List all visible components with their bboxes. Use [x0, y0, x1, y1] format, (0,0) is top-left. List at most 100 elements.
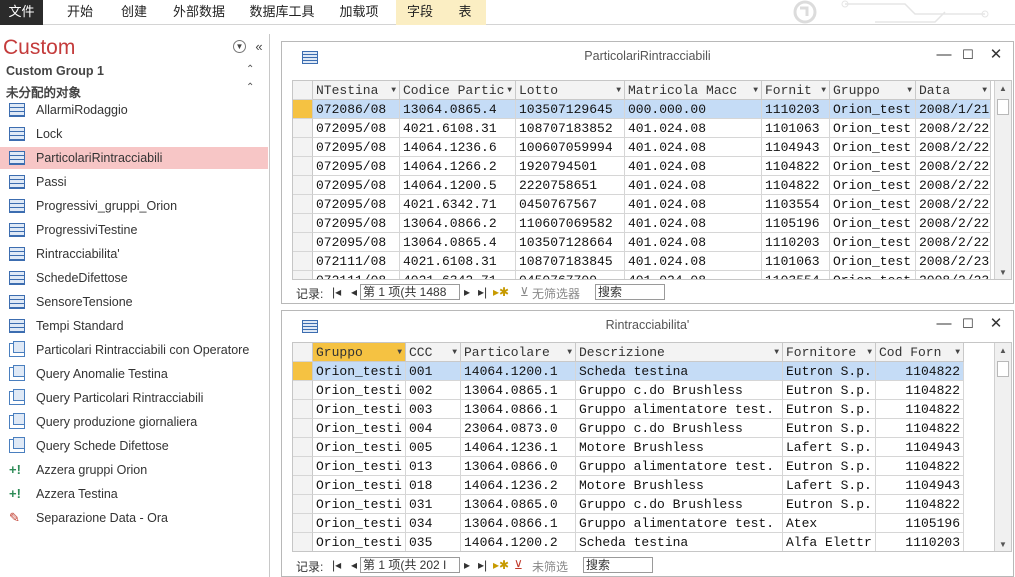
- datasheet-grid[interactable]: Gruppo ▼ CCC ▼ Particolare ▼ Descrizione ▼ Forni…: [292, 342, 1012, 552]
- record-selector[interactable]: [293, 533, 313, 551]
- table-cell[interactable]: 103507129645: [516, 100, 625, 119]
- column-header[interactable]: Fornit ▼: [762, 81, 830, 100]
- table-cell[interactable]: 072095/08: [313, 119, 400, 138]
- table-cell[interactable]: 1104943: [876, 476, 964, 495]
- table-cell[interactable]: 1103554: [762, 271, 830, 279]
- table-cell[interactable]: 031: [406, 495, 461, 514]
- search-input[interactable]: 搜索: [583, 557, 653, 573]
- tab-table[interactable]: 表: [444, 0, 486, 25]
- new-record-icon[interactable]: ▸✱: [493, 285, 509, 299]
- table-cell[interactable]: Eutron S.p.: [783, 381, 876, 400]
- table-cell[interactable]: 401.024.08: [625, 119, 762, 138]
- table-cell[interactable]: 072095/08: [313, 195, 400, 214]
- table-cell[interactable]: Gruppo alimentatore test.: [576, 514, 783, 533]
- column-header[interactable]: Particolare ▼: [461, 343, 576, 362]
- table-cell[interactable]: 034: [406, 514, 461, 533]
- column-filter-dropdown-icon[interactable]: ▼: [507, 81, 512, 99]
- column-header[interactable]: Lotto ▼: [516, 81, 625, 100]
- tab-add-ins[interactable]: 加载项: [332, 0, 386, 25]
- last-record-icon[interactable]: ▸|: [478, 558, 487, 572]
- table-cell[interactable]: Gruppo c.do Brushless: [576, 381, 783, 400]
- table-cell[interactable]: Orion_testi: [313, 438, 406, 457]
- nav-item[interactable]: Particolari Rintracciabili con Operatore: [0, 339, 268, 361]
- table-cell[interactable]: 1105196: [762, 214, 830, 233]
- scroll-up-icon[interactable]: ▲: [995, 81, 1011, 97]
- table-cell[interactable]: Orion_test: [830, 214, 916, 233]
- column-filter-dropdown-icon[interactable]: ▼: [955, 343, 960, 361]
- nav-pane-title[interactable]: Custom: [3, 36, 75, 60]
- nav-item[interactable]: Query produzione giornaliera: [0, 411, 268, 433]
- record-selector[interactable]: [293, 457, 313, 476]
- filter-funnel-icon[interactable]: ⊻: [520, 285, 529, 299]
- table-cell[interactable]: Orion_testi: [313, 400, 406, 419]
- table-cell[interactable]: Orion_testi: [313, 495, 406, 514]
- table-cell[interactable]: 13064.0866.2: [400, 214, 516, 233]
- table-cell[interactable]: 002: [406, 381, 461, 400]
- record-selector[interactable]: [293, 271, 313, 279]
- column-filter-dropdown-icon[interactable]: ▼: [567, 343, 572, 361]
- table-cell[interactable]: Eutron S.p.: [783, 362, 876, 381]
- table-cell[interactable]: Orion_testi: [313, 457, 406, 476]
- record-selector[interactable]: [293, 381, 313, 400]
- maximize-icon[interactable]: ☐: [959, 46, 977, 64]
- table-cell[interactable]: 2008/2/23: [916, 252, 991, 271]
- record-selector[interactable]: [293, 252, 313, 271]
- record-selector[interactable]: [293, 100, 313, 119]
- nav-item[interactable]: Passi: [0, 171, 268, 193]
- nav-item[interactable]: Lock: [0, 123, 268, 145]
- table-cell[interactable]: Orion_test: [830, 100, 916, 119]
- table-cell[interactable]: 401.024.08: [625, 233, 762, 252]
- last-record-icon[interactable]: ▸|: [478, 285, 487, 299]
- close-icon[interactable]: ✕: [987, 315, 1005, 333]
- table-cell[interactable]: 0450767567: [516, 195, 625, 214]
- table-cell[interactable]: 108707183845: [516, 252, 625, 271]
- record-selector[interactable]: [293, 233, 313, 252]
- table-cell[interactable]: Eutron S.p.: [783, 400, 876, 419]
- table-cell[interactable]: 004: [406, 419, 461, 438]
- table-cell[interactable]: Lafert S.p.: [783, 476, 876, 495]
- column-header[interactable]: Descrizione ▼: [576, 343, 783, 362]
- table-cell[interactable]: Orion_testi: [313, 362, 406, 381]
- table-cell[interactable]: 003: [406, 400, 461, 419]
- table-cell[interactable]: Gruppo c.do Brushless: [576, 419, 783, 438]
- table-cell[interactable]: 2008/2/23: [916, 271, 991, 279]
- table-cell[interactable]: Gruppo c.do Brushless: [576, 495, 783, 514]
- table-cell[interactable]: 2008/1/21: [916, 100, 991, 119]
- current-record-field[interactable]: 第 1 项(共 1488: [360, 284, 460, 300]
- table-cell[interactable]: 1104822: [876, 457, 964, 476]
- table-cell[interactable]: Scheda testina: [576, 533, 783, 551]
- column-header[interactable]: Cod Forn ▼: [876, 343, 964, 362]
- vertical-scrollbar[interactable]: ▲ ▼: [994, 81, 1011, 279]
- table-cell[interactable]: 401.024.08: [625, 271, 762, 279]
- nav-item[interactable]: SchedeDifettose: [0, 267, 268, 289]
- tab-fields[interactable]: 字段: [396, 0, 444, 25]
- table-cell[interactable]: 1110203: [762, 100, 830, 119]
- table-cell[interactable]: 401.024.08: [625, 138, 762, 157]
- next-record-icon[interactable]: ▸: [464, 285, 470, 299]
- table-cell[interactable]: Orion_test: [830, 195, 916, 214]
- table-cell[interactable]: Scheda testina: [576, 362, 783, 381]
- select-all-corner[interactable]: [293, 343, 313, 362]
- table-cell[interactable]: 1110203: [876, 533, 964, 551]
- table-cell[interactable]: 13064.0865.1: [461, 381, 576, 400]
- nav-item[interactable]: AllarmiRodaggio: [0, 99, 268, 121]
- record-selector[interactable]: [293, 476, 313, 495]
- table-cell[interactable]: 13064.0865.4: [400, 233, 516, 252]
- table-cell[interactable]: 1104822: [876, 400, 964, 419]
- table-cell[interactable]: 2008/2/22: [916, 119, 991, 138]
- nav-item[interactable]: SensoreTensione: [0, 291, 268, 313]
- table-cell[interactable]: 1110203: [762, 233, 830, 252]
- record-selector[interactable]: [293, 495, 313, 514]
- table-cell[interactable]: Orion_testi: [313, 419, 406, 438]
- table-cell[interactable]: 1104822: [876, 381, 964, 400]
- select-all-corner[interactable]: [293, 81, 313, 100]
- first-record-icon[interactable]: |◂: [332, 285, 341, 299]
- table-cell[interactable]: Orion_test: [830, 119, 916, 138]
- table-cell[interactable]: 2008/2/22: [916, 138, 991, 157]
- group-collapse-icon[interactable]: ⌃: [246, 82, 254, 93]
- filter-status[interactable]: 无筛选器: [532, 285, 580, 302]
- record-selector[interactable]: [293, 400, 313, 419]
- table-cell[interactable]: Gruppo alimentatore test.: [576, 457, 783, 476]
- column-header[interactable]: Matricola Macc ▼: [625, 81, 762, 100]
- nav-item[interactable]: ✎ Separazione Data - Ora: [0, 507, 268, 529]
